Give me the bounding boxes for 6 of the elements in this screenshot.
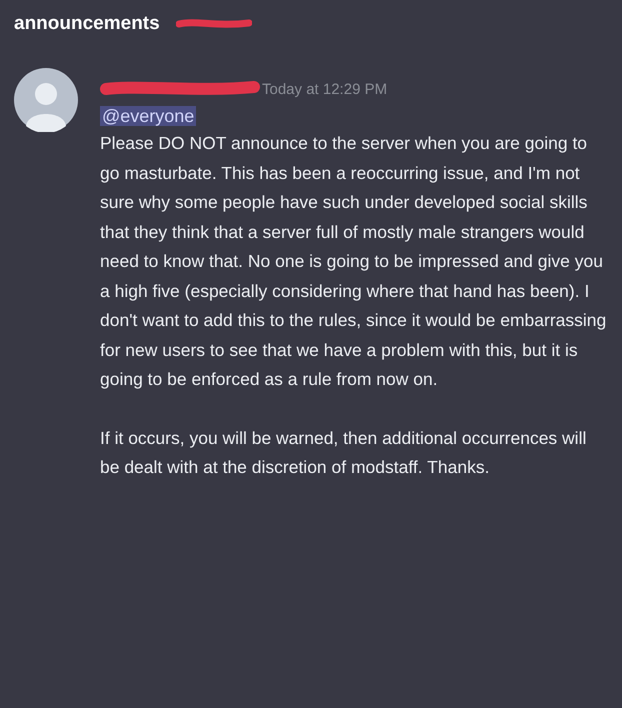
message-text: If it occurs, you will be warned, then additional occurrences will be dealt with at the discretion of modstaff. Thanks. [100,426,588,479]
avatar-icon[interactable] [14,68,78,132]
timestamp: Today at 12:29 PM [262,80,388,98]
channel-title: announcements [14,13,160,35]
mention-tag[interactable]: @everyone [100,106,196,126]
message-text: Please DO NOT announce to the server when you are going to go masturbate. This has been a reoccurring issue, and I'm not sure why some people have such under developed social skills that they think that a server full of mostly male strangers would need to know that. No one is going to be impressed and give you a high five (especially considering where that hand has been). I don't want to add this to the rules, since it would be embarrassing for new users to see that we have a problem with this, but it is going to be enforced as a rule from now on. [100,132,608,391]
